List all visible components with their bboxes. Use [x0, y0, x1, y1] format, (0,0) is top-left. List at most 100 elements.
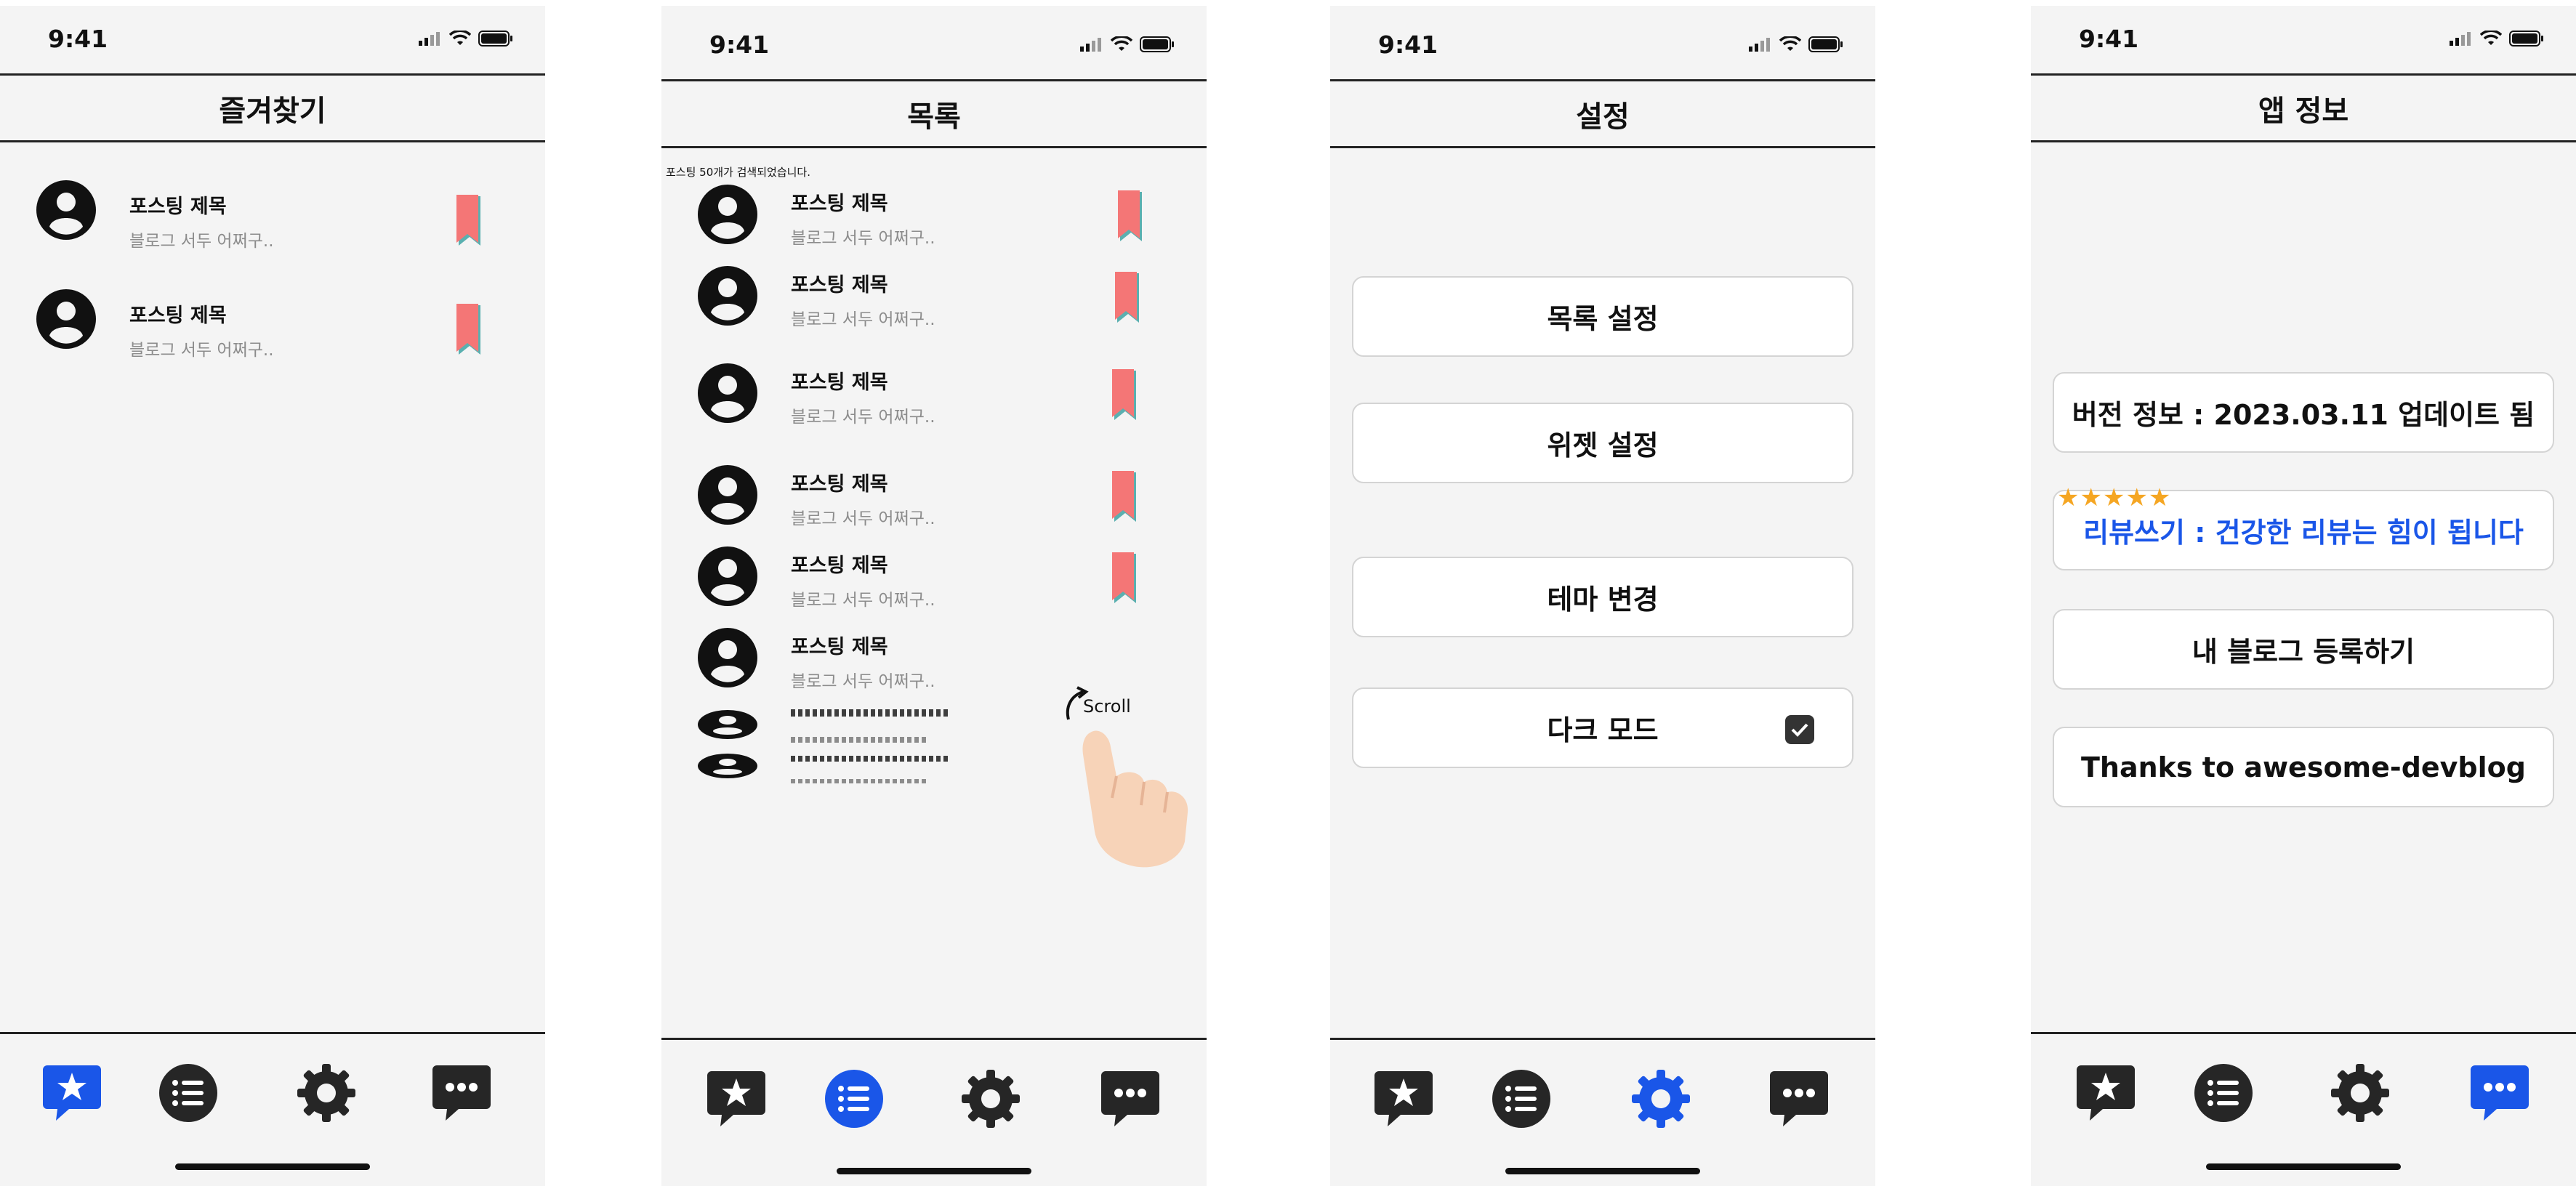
status-time: 9:41 — [2079, 25, 2139, 53]
theme-change-button[interactable]: 테마 변경 — [1352, 557, 1853, 637]
post-excerpt: 블로그 서두 어쩌구.. — [791, 591, 935, 610]
list-item[interactable]: 포스팅 제목 블로그 서두 어쩌구.. — [0, 289, 545, 369]
gear-icon — [962, 1070, 1020, 1128]
tab-list[interactable] — [156, 1060, 221, 1126]
status-bar: 9:41 — [1330, 6, 1875, 75]
avatar-icon — [698, 628, 757, 687]
widget-settings-button[interactable]: 위젯 설정 — [1352, 403, 1853, 483]
list-item[interactable]: 포스팅 제목 블로그 서두 어쩌구.. — [661, 363, 1207, 443]
list-item[interactable]: 포스팅 제목 블로그 서두 어쩌구.. — [661, 546, 1207, 626]
page-title: 설정 — [1330, 79, 1875, 148]
dark-mode-checkbox[interactable] — [1785, 715, 1814, 744]
status-time: 9:41 — [709, 31, 770, 59]
avatar-icon — [36, 180, 96, 240]
home-indicator — [2206, 1163, 2401, 1170]
post-title: 포스팅 제목 — [129, 304, 227, 327]
wifi-icon — [449, 31, 471, 45]
bookmark-icon[interactable] — [1112, 552, 1137, 605]
avatar-icon — [698, 710, 757, 739]
tab-favorites[interactable] — [2073, 1060, 2138, 1126]
cellular-signal-icon — [419, 32, 440, 46]
cellular-signal-icon — [1749, 38, 1770, 52]
wifi-icon — [1779, 36, 1801, 51]
tab-settings[interactable] — [1628, 1066, 1694, 1131]
gear-icon — [1632, 1070, 1690, 1128]
tab-favorites[interactable] — [39, 1060, 105, 1126]
cellular-signal-icon — [2450, 32, 2471, 46]
tab-favorites[interactable] — [1371, 1066, 1436, 1131]
tab-settings[interactable] — [294, 1060, 359, 1126]
register-blog-button[interactable]: 내 블로그 등록하기 — [2053, 609, 2554, 690]
thanks-button[interactable]: Thanks to awesome-devblog — [2053, 727, 2554, 807]
list-icon — [825, 1070, 883, 1128]
dark-mode-label: 다크 모드 — [1547, 714, 1659, 746]
tab-list[interactable] — [1489, 1066, 1554, 1131]
post-title: 포스팅 제목 — [791, 274, 888, 296]
battery-icon — [2509, 31, 2543, 47]
collapsed-excerpt — [791, 737, 929, 743]
status-bar: 9:41 — [0, 6, 545, 75]
list-item[interactable]: 포스팅 제목 블로그 서두 어쩌구.. — [661, 266, 1207, 346]
tab-info[interactable] — [1098, 1066, 1163, 1131]
post-excerpt: 블로그 서두 어쩌구.. — [791, 408, 935, 427]
post-title: 포스팅 제목 — [791, 554, 888, 577]
home-indicator — [1505, 1168, 1700, 1174]
post-excerpt: 블로그 서두 어쩌구.. — [791, 672, 935, 691]
app-info-screen: 9:41 앱 정보 버전 정보 : 2023.03.11 업데이트 됨 ★★★★… — [2031, 6, 2576, 1186]
avatar-icon — [698, 363, 757, 423]
tab-bar — [2031, 1032, 2576, 1186]
tab-favorites[interactable] — [704, 1066, 769, 1131]
collapsed-title — [791, 709, 951, 717]
status-time: 9:41 — [48, 25, 108, 53]
tab-bar — [661, 1038, 1207, 1186]
avatar-icon — [698, 546, 757, 606]
collapsed-excerpt — [791, 779, 929, 783]
list-settings-button[interactable]: 목록 설정 — [1352, 276, 1853, 357]
chat-bubble-icon — [2471, 1065, 2529, 1121]
chat-bubble-icon — [432, 1065, 491, 1121]
tab-info[interactable] — [2467, 1060, 2532, 1126]
cellular-signal-icon — [1080, 38, 1101, 52]
favorites-star-icon — [1374, 1071, 1433, 1126]
list-item[interactable]: 포스팅 제목 블로그 서두 어쩌구.. — [661, 465, 1207, 545]
bookmark-icon[interactable] — [1112, 369, 1137, 421]
post-excerpt: 블로그 서두 어쩌구.. — [791, 310, 935, 329]
tab-info[interactable] — [1766, 1066, 1832, 1131]
bookmark-icon[interactable] — [1112, 471, 1137, 523]
favorites-star-icon — [43, 1065, 101, 1121]
bookmark-icon[interactable] — [456, 195, 481, 247]
battery-icon — [478, 31, 512, 47]
bookmark-icon[interactable] — [1118, 190, 1143, 243]
post-title: 포스팅 제목 — [791, 371, 888, 394]
tab-settings[interactable] — [2327, 1060, 2393, 1126]
favorites-star-icon — [707, 1071, 765, 1126]
tab-info[interactable] — [429, 1060, 494, 1126]
bookmark-icon[interactable] — [1115, 272, 1140, 324]
list-icon — [1492, 1070, 1550, 1128]
bookmark-icon[interactable] — [456, 304, 481, 356]
post-title: 포스팅 제목 — [791, 193, 888, 215]
chat-bubble-icon — [1101, 1071, 1159, 1126]
avatar-icon — [698, 266, 757, 326]
battery-icon — [1808, 36, 1843, 52]
review-button[interactable]: ★★★★★ 리뷰쓰기 : 건강한 리뷰는 힘이 됩니다 — [2053, 485, 2554, 570]
list-item[interactable]: 포스팅 제목 블로그 서두 어쩌구.. — [0, 180, 545, 260]
tab-bar — [0, 1032, 545, 1186]
battery-icon — [1140, 36, 1174, 52]
list-icon — [2194, 1064, 2253, 1122]
tab-list[interactable] — [821, 1066, 887, 1131]
list-item[interactable]: 포스팅 제목 블로그 서두 어쩌구.. — [661, 185, 1207, 265]
version-info-button[interactable]: 버전 정보 : 2023.03.11 업데이트 됨 — [2053, 372, 2554, 453]
tab-list[interactable] — [2191, 1060, 2256, 1126]
rating-stars-icon: ★★★★★ — [2057, 483, 2172, 512]
tab-bar — [1330, 1038, 1875, 1186]
gear-icon — [2331, 1064, 2389, 1122]
collapsed-title — [791, 756, 951, 762]
dark-mode-row[interactable]: 다크 모드 — [1352, 687, 1853, 768]
tab-settings[interactable] — [958, 1066, 1023, 1131]
avatar-icon — [698, 465, 757, 525]
post-excerpt: 블로그 서두 어쩌구.. — [129, 232, 274, 251]
status-bar: 9:41 — [2031, 6, 2576, 75]
status-time: 9:41 — [1378, 31, 1438, 59]
post-title: 포스팅 제목 — [129, 195, 227, 218]
